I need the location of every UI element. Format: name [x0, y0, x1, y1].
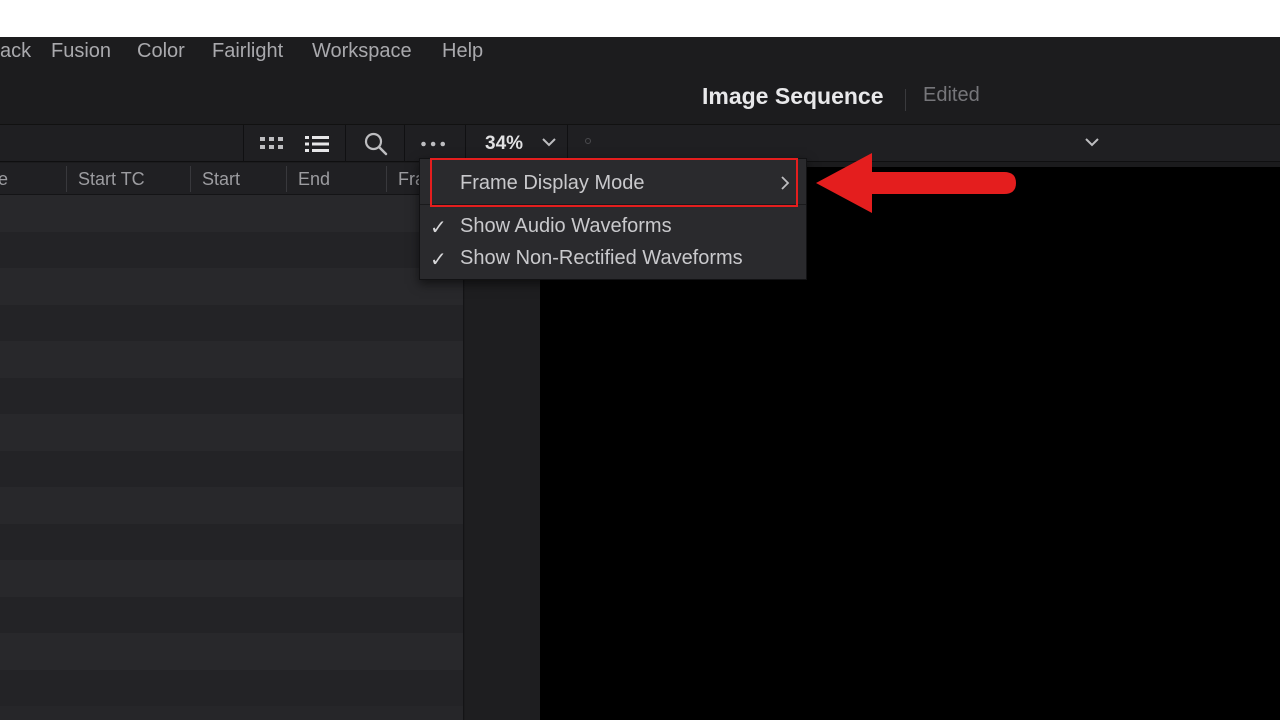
list-row[interactable] — [0, 377, 463, 414]
toolbar-divider — [465, 125, 466, 162]
list-row[interactable] — [0, 560, 463, 597]
list-row[interactable] — [0, 669, 463, 706]
project-status: Edited — [923, 84, 980, 106]
column-header-end[interactable]: End — [298, 169, 330, 190]
zoom-level[interactable]: 34% — [485, 133, 523, 155]
menu-workspace[interactable]: Workspace — [312, 40, 412, 63]
grid-view-icon[interactable] — [258, 131, 286, 157]
chevron-down-icon[interactable] — [1083, 133, 1101, 156]
list-row[interactable] — [0, 341, 463, 378]
list-row[interactable] — [0, 231, 463, 268]
viewer-indicator-icon — [585, 138, 591, 144]
chevron-down-icon[interactable] — [540, 133, 558, 156]
toolbar-divider — [567, 125, 568, 162]
resolve-app-window: ack Fusion Color Fairlight Workspace Hel… — [0, 37, 1280, 720]
menu-item-show-non-rectified-waveforms[interactable]: ✓ Show Non-Rectified Waveforms — [420, 243, 806, 275]
toolbar-divider — [243, 125, 244, 162]
title-divider — [905, 89, 906, 111]
toolbar-divider — [404, 125, 405, 162]
annotation-arrow-icon — [812, 150, 1022, 223]
checkmark-icon: ✓ — [430, 249, 447, 271]
menu-bar: ack Fusion Color Fairlight Workspace Hel… — [0, 37, 1280, 71]
search-icon[interactable] — [362, 131, 390, 157]
menu-fusion[interactable]: Fusion — [51, 40, 111, 63]
list-row[interactable] — [0, 633, 463, 670]
menu-playback[interactable]: ack — [0, 40, 31, 63]
list-view-icon[interactable] — [303, 131, 331, 157]
list-row[interactable] — [0, 304, 463, 341]
list-row[interactable] — [0, 596, 463, 633]
column-header-start[interactable]: Start — [202, 169, 240, 190]
menu-item-label: Show Non-Rectified Waveforms — [460, 247, 743, 269]
column-divider[interactable] — [286, 166, 287, 192]
column-divider[interactable] — [66, 166, 67, 192]
menu-help[interactable]: Help — [442, 40, 483, 63]
menu-item-label: Show Audio Waveforms — [460, 215, 672, 237]
column-header-name[interactable]: e — [0, 169, 8, 190]
more-options-icon[interactable] — [420, 131, 448, 157]
list-row[interactable] — [0, 487, 463, 524]
checkmark-icon: ✓ — [430, 217, 447, 239]
title-bar: Image Sequence Edited — [0, 71, 1280, 125]
list-rows — [0, 195, 463, 706]
column-header-start-tc[interactable]: Start TC — [78, 169, 145, 190]
menu-color[interactable]: Color — [137, 40, 185, 63]
menu-item-show-audio-waveforms[interactable]: ✓ Show Audio Waveforms — [420, 211, 806, 243]
list-row[interactable] — [0, 268, 463, 305]
column-divider[interactable] — [190, 166, 191, 192]
list-row[interactable] — [0, 450, 463, 487]
list-header: e Start TC Start End Fra — [0, 163, 463, 195]
list-row[interactable] — [0, 195, 463, 232]
media-pool-list: e Start TC Start End Fra — [0, 163, 464, 720]
menu-fairlight[interactable]: Fairlight — [212, 40, 283, 63]
project-title: Image Sequence — [702, 83, 884, 109]
column-divider[interactable] — [386, 166, 387, 192]
annotation-highlight-box — [430, 158, 798, 207]
list-row[interactable] — [0, 523, 463, 560]
list-row[interactable] — [0, 414, 463, 451]
media-pool-toolbar: 34% — [0, 125, 1280, 162]
toolbar-divider — [345, 125, 346, 162]
